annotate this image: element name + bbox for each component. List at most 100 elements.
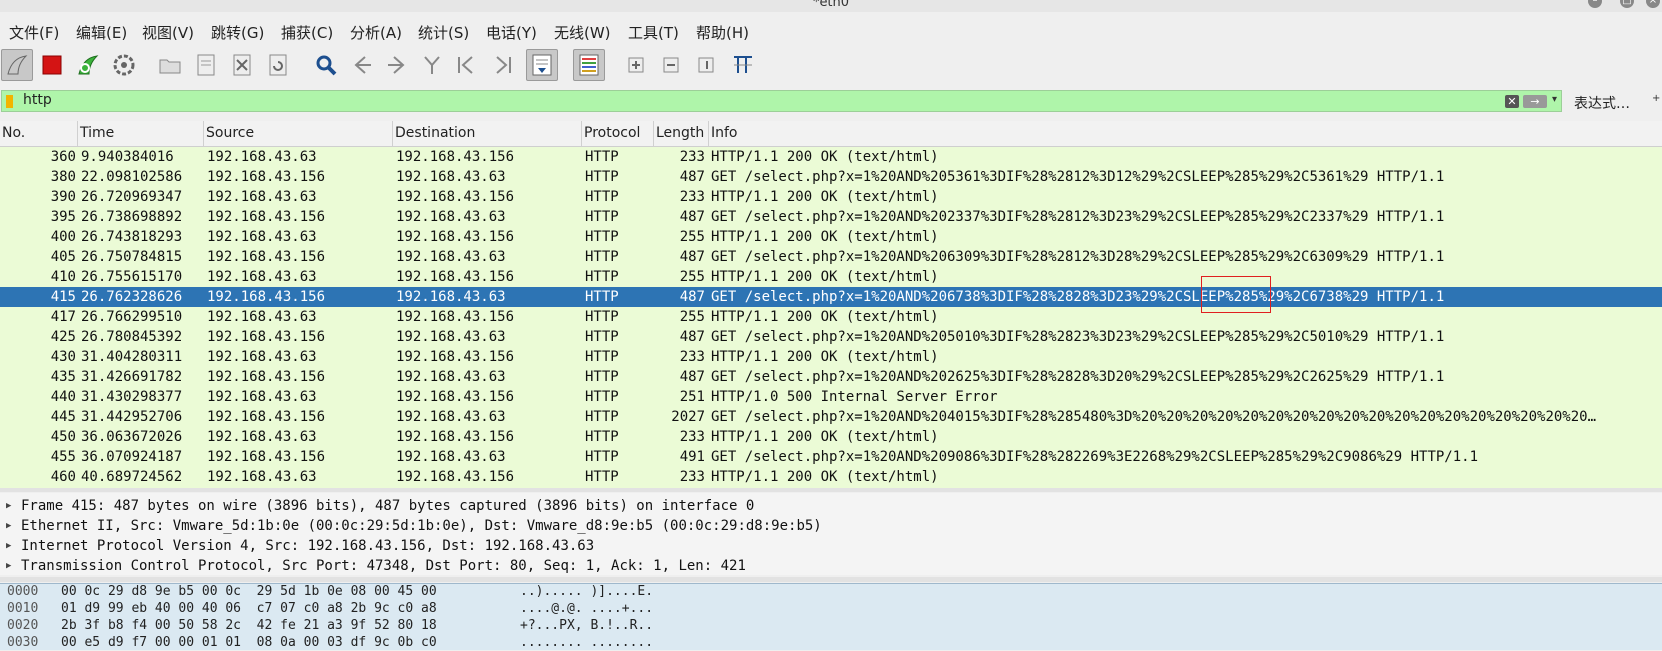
go-forward-arrow-icon[interactable]	[381, 49, 413, 81]
table-row[interactable]: 417 26.766299510 192.168.43.63 192.168.43.1…	[0, 307, 1662, 327]
cell-destination: 192.168.43.156	[396, 309, 515, 325]
open-folder-icon[interactable]	[154, 49, 186, 81]
add-filter-button[interactable]: +	[1652, 93, 1660, 104]
cell-info: GET /select.php?x=1%20AND%209086%3DIF%28…	[711, 449, 1479, 465]
filter-text[interactable]: http	[23, 92, 52, 108]
menu-file[interactable]: 文件(F)	[9, 22, 59, 43]
table-row[interactable]: 380 22.098102586 192.168.43.156 192.168.43.…	[0, 167, 1662, 187]
table-row[interactable]: 460 40.689724562 192.168.43.63 192.168.43.1…	[0, 467, 1662, 487]
cell-time: 26.738698892	[81, 209, 183, 225]
column-header-destination[interactable]: Destination	[393, 121, 582, 146]
cell-no: 415	[50, 289, 76, 305]
cell-time: 31.430298377	[81, 389, 183, 405]
table-row-selected[interactable]: 415 26.762328626 192.168.43.156 192.168.43.…	[0, 287, 1662, 307]
table-row[interactable]: 395 26.738698892 192.168.43.156 192.168.43.…	[0, 207, 1662, 227]
zoom-out-icon[interactable]	[655, 49, 687, 81]
find-magnifier-icon[interactable]	[310, 49, 342, 81]
close-file-icon[interactable]	[226, 49, 258, 81]
cell-time: 22.098102586	[81, 169, 183, 185]
table-row[interactable]: 390 26.720969347 192.168.43.63 192.168.43.1…	[0, 187, 1662, 207]
expression-button[interactable]: 表达式…	[1574, 93, 1630, 113]
menu-go[interactable]: 跳转(G)	[211, 22, 264, 43]
cell-no: 425	[50, 329, 76, 345]
normal-size-icon[interactable]	[690, 49, 722, 81]
cell-destination: 192.168.43.63	[396, 209, 506, 225]
expand-triangle-icon[interactable]: ▶	[6, 516, 11, 536]
capture-options-gear-icon[interactable]	[108, 49, 140, 81]
filter-bookmark-icon[interactable]	[6, 95, 13, 108]
cell-destination: 192.168.43.156	[396, 269, 515, 285]
cell-length: 233	[679, 149, 705, 165]
first-packet-icon[interactable]	[451, 49, 483, 81]
cell-length: 487	[679, 209, 705, 225]
column-header-length[interactable]: Length	[654, 121, 709, 146]
table-row[interactable]: 425 26.780845392 192.168.43.156 192.168.43.…	[0, 327, 1662, 347]
table-row[interactable]: 410 26.755615170 192.168.43.63 192.168.43.1…	[0, 267, 1662, 287]
menu-view[interactable]: 视图(V)	[142, 22, 194, 43]
menu-help[interactable]: 帮助(H)	[696, 22, 749, 43]
column-header-info[interactable]: Info	[709, 121, 1662, 146]
menu-statistics[interactable]: 统计(S)	[418, 22, 469, 43]
table-row[interactable]: 450 36.063672026 192.168.43.63 192.168.43.1…	[0, 427, 1662, 447]
menu-tools[interactable]: 工具(T)	[628, 22, 679, 43]
cell-source: 192.168.43.63	[207, 309, 317, 325]
column-header-time[interactable]: Time	[78, 121, 204, 146]
colorize-icon[interactable]	[573, 49, 605, 81]
expand-triangle-icon[interactable]: ▶	[6, 556, 11, 576]
cell-source: 192.168.43.156	[207, 369, 326, 385]
restart-fin-icon[interactable]	[72, 49, 104, 81]
cell-info: GET /select.php?x=1%20AND%205010%3DIF%28…	[711, 329, 1445, 345]
cell-protocol: HTTP	[585, 449, 619, 465]
cell-time: 26.766299510	[81, 309, 183, 325]
pane-splitter-top[interactable]	[0, 488, 1662, 492]
cell-protocol: HTTP	[585, 329, 619, 345]
table-row[interactable]: 455 36.070924187 192.168.43.156 192.168.43.…	[0, 447, 1662, 467]
table-row[interactable]: 400 26.743818293 192.168.43.63 192.168.43.1…	[0, 227, 1662, 247]
cell-time: 26.755615170	[81, 269, 183, 285]
expand-triangle-icon[interactable]: ▶	[6, 536, 11, 556]
save-file-icon[interactable]	[190, 49, 222, 81]
menu-capture[interactable]: 捕获(C)	[281, 22, 333, 43]
filter-dropdown-icon[interactable]: ▾	[1552, 94, 1557, 105]
cell-time: 31.404280311	[81, 349, 183, 365]
table-row[interactable]: 430 31.404280311 192.168.43.63 192.168.43.1…	[0, 347, 1662, 367]
cell-time: 26.743818293	[81, 229, 183, 245]
resize-columns-icon[interactable]	[727, 49, 759, 81]
apply-filter-icon[interactable]: →	[1523, 95, 1547, 108]
go-to-packet-icon[interactable]	[416, 49, 448, 81]
title-bar: *eth0 – □ ×	[0, 0, 1662, 12]
table-row[interactable]: 405 26.750784815 192.168.43.156 192.168.43.…	[0, 247, 1662, 267]
menu-edit[interactable]: 编辑(E)	[76, 22, 127, 43]
cell-protocol: HTTP	[585, 289, 619, 305]
last-packet-icon[interactable]	[486, 49, 518, 81]
column-header-protocol[interactable]: Protocol	[582, 121, 654, 146]
table-row[interactable]: 435 31.426691782 192.168.43.156 192.168.43.…	[0, 367, 1662, 387]
column-header-source[interactable]: Source	[204, 121, 393, 146]
cell-no: 450	[50, 429, 76, 445]
cell-destination: 192.168.43.63	[396, 409, 506, 425]
cell-info: GET /select.php?x=1%20AND%202625%3DIF%28…	[711, 369, 1445, 385]
expand-triangle-icon[interactable]: ▶	[6, 496, 11, 516]
reload-file-icon[interactable]	[262, 49, 294, 81]
cell-time: 26.720969347	[81, 189, 183, 205]
table-row[interactable]: 360 9.940384016 192.168.43.63 192.168.43.15…	[0, 147, 1662, 167]
menu-wireless[interactable]: 无线(W)	[554, 22, 611, 43]
column-header-no[interactable]: No.	[0, 121, 78, 146]
pane-splitter-bottom[interactable]	[0, 577, 1662, 582]
cell-info: HTTP/1.1 200 OK (text/html)	[711, 229, 939, 245]
cell-destination: 192.168.43.63	[396, 289, 506, 305]
go-back-arrow-icon[interactable]	[346, 49, 378, 81]
stop-square-icon[interactable]	[36, 49, 68, 81]
table-row[interactable]: 440 31.430298377 192.168.43.63 192.168.43.1…	[0, 387, 1662, 407]
table-row[interactable]: 445 31.442952706 192.168.43.156 192.168.43.…	[0, 407, 1662, 427]
autoscroll-icon[interactable]	[526, 49, 558, 81]
window-title: *eth0	[812, 0, 850, 10]
shark-fin-start-icon[interactable]	[1, 49, 33, 81]
menu-telephony[interactable]: 电话(Y)	[486, 22, 537, 43]
menu-analyze[interactable]: 分析(A)	[350, 22, 402, 43]
clear-filter-icon[interactable]: ✕	[1505, 95, 1519, 108]
zoom-in-icon[interactable]	[620, 49, 652, 81]
cell-time: 31.442952706	[81, 409, 183, 425]
cell-length: 487	[679, 329, 705, 345]
display-filter-input[interactable]: http ✕ → ▾	[1, 90, 1562, 112]
